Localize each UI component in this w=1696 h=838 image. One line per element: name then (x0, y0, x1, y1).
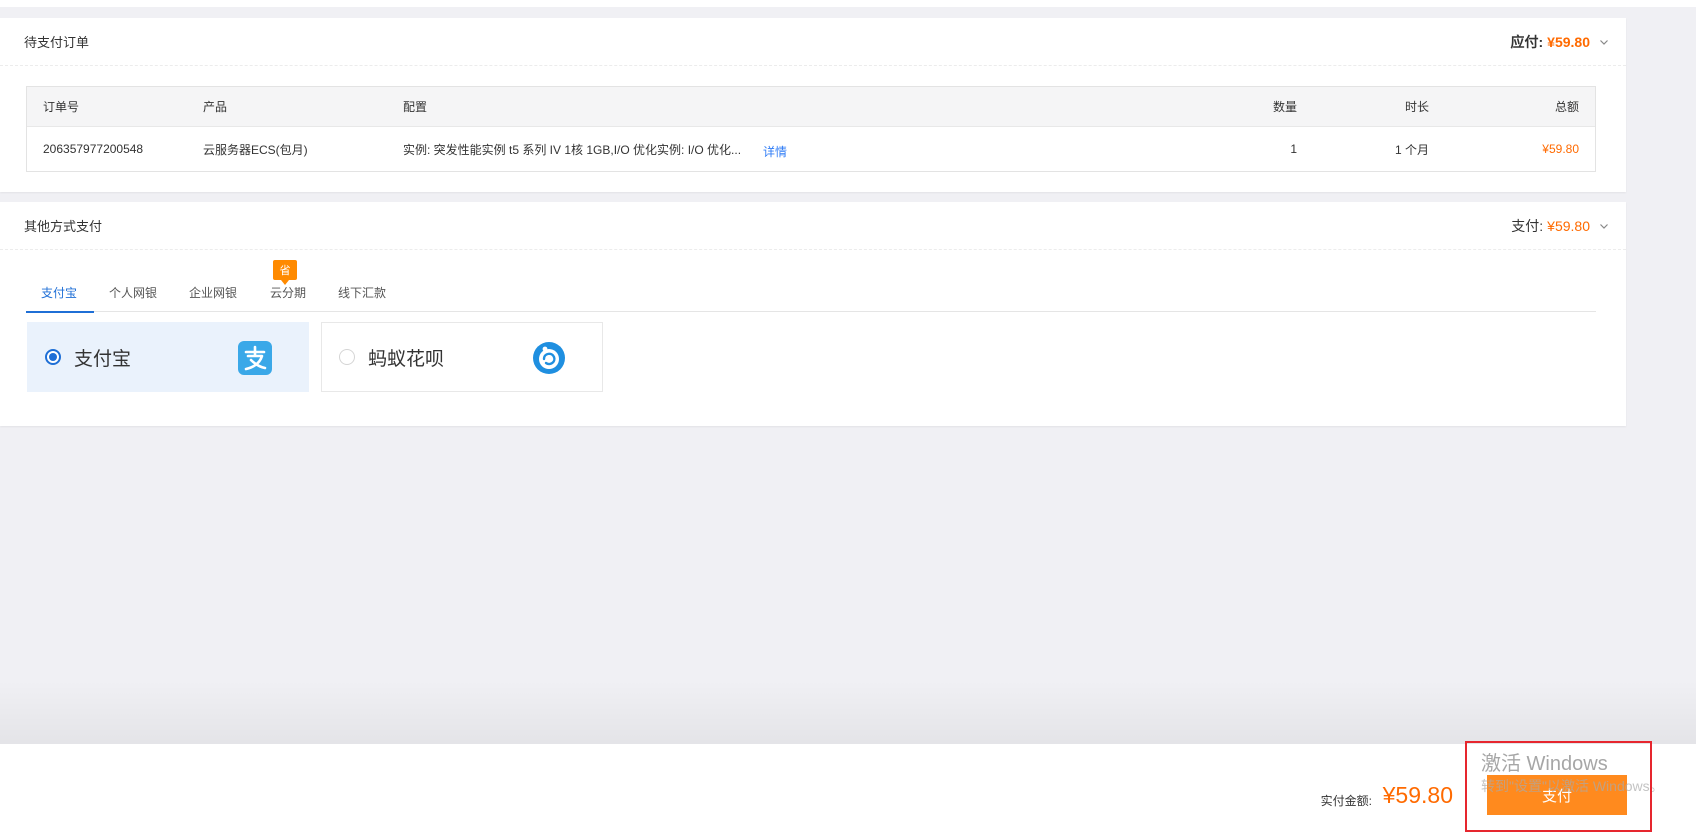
huabei-radio[interactable] (339, 349, 355, 365)
top-bar (0, 0, 1696, 7)
header-quantity: 数量 (1272, 100, 1297, 114)
actual-amount: ¥59.80 (1382, 782, 1453, 808)
due-amount: ¥59.80 (1547, 33, 1590, 50)
chevron-down-icon[interactable] (1598, 36, 1610, 48)
payment-tabs: 支付宝 个人网银 企业网银 云分期 线下汇款 (26, 264, 1596, 313)
footer-shadow (0, 680, 1696, 744)
actual-amount-label: 实付金额: (1320, 794, 1372, 808)
windows-activation-watermark-title: 激活 Windows (1481, 753, 1608, 775)
table-row: 206357977200548 云服务器ECS(包月) 实例: 突发性能实例 t… (27, 127, 1595, 171)
total-value: ¥59.80 (1542, 142, 1579, 156)
pay-card-header[interactable]: 其他方式支付 支付: ¥59.80 (0, 202, 1626, 250)
checkout-footer: 实付金额: ¥59.80 支付 (0, 744, 1696, 838)
duration-value: 1 个月 (1394, 142, 1429, 157)
config-cell: 实例: 突发性能实例 t5 系列 IV 1核 1GB,I/O 优化实例: I/O… (403, 127, 787, 171)
tab-offline-transfer[interactable]: 线下汇款 (338, 264, 386, 312)
method-alipay[interactable]: 支付宝 (27, 322, 309, 392)
order-table-header: 订单号 产品 配置 数量 时长 总额 (27, 87, 1595, 127)
pay-label: 支付: (1511, 217, 1544, 234)
alipay-radio[interactable] (45, 349, 61, 365)
order-table: 订单号 产品 配置 数量 时长 总额 206357977200548 云服务器E… (26, 86, 1596, 172)
config-text: 实例: 突发性能实例 t5 系列 IV 1核 1GB,I/O 优化实例: I/O… (403, 142, 742, 157)
order-card-header[interactable]: 待支付订单 应付: ¥59.80 (0, 18, 1626, 66)
order-card-title: 待支付订单 (24, 35, 90, 50)
other-payment-card: 其他方式支付 支付: ¥59.80 支付宝 个人网银 企业网银 云分期 线下汇款… (0, 202, 1626, 426)
windows-activation-watermark-subtitle: 转到"设置"以激活 Windows。 (1481, 778, 1664, 794)
pending-order-card: 待支付订单 应付: ¥59.80 订单号 产品 配置 数量 时长 总额 2063… (0, 18, 1626, 192)
due-label: 应付: (1510, 33, 1544, 50)
huabei-icon (533, 342, 565, 374)
pay-amount: ¥59.80 (1547, 217, 1590, 234)
alipay-label: 支付宝 (74, 348, 132, 370)
save-badge: 省 (273, 260, 297, 285)
tab-personal-bank[interactable]: 个人网银 (109, 264, 157, 312)
detail-link[interactable]: 详情 (763, 143, 787, 160)
header-total: 总额 (1554, 100, 1579, 114)
header-product: 产品 (203, 100, 228, 114)
order-no: 206357977200548 (43, 142, 144, 156)
chevron-down-icon[interactable] (1598, 220, 1610, 232)
pay-summary: 支付: ¥59.80 (1511, 216, 1610, 236)
pay-card-title: 其他方式支付 (24, 219, 103, 234)
quantity-value: 1 (1290, 142, 1297, 156)
header-duration: 时长 (1404, 100, 1429, 114)
header-config: 配置 (403, 100, 428, 114)
method-huabei[interactable]: 蚂蚁花呗 (321, 322, 603, 392)
alipay-icon (238, 341, 272, 375)
huabei-label: 蚂蚁花呗 (368, 348, 445, 370)
tab-enterprise-bank[interactable]: 企业网银 (189, 264, 237, 312)
tab-alipay[interactable]: 支付宝 (26, 264, 94, 313)
product-name: 云服务器ECS(包月) (203, 142, 308, 157)
header-order-no: 订单号 (43, 100, 80, 114)
order-due-summary: 应付: ¥59.80 (1511, 32, 1611, 52)
